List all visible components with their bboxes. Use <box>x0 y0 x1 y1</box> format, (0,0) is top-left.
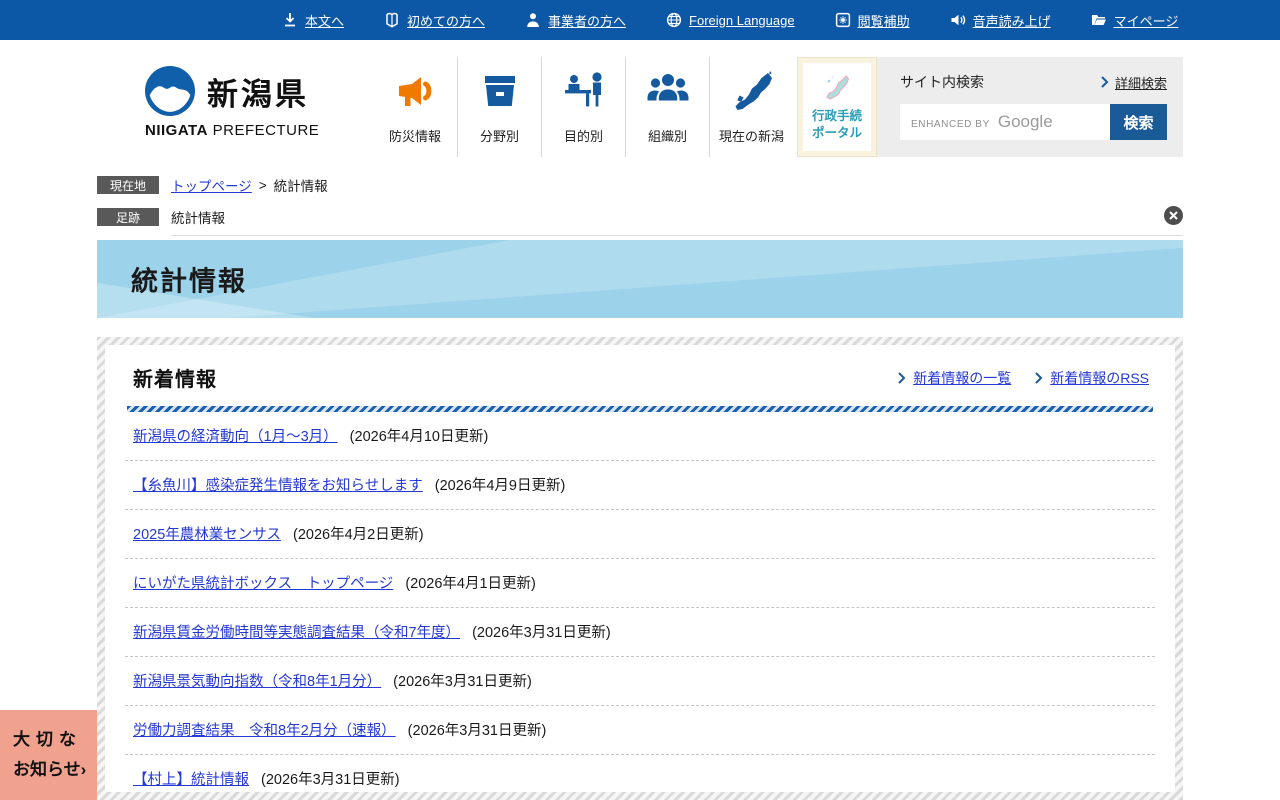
logo-subtitle: NIIGATA PREFECTURE <box>145 122 335 139</box>
down-arrow-icon <box>282 12 298 28</box>
footprint-bar: 足跡 統計情報 <box>97 207 1183 236</box>
chevron-right-icon <box>1035 372 1043 384</box>
news-item: 【村上】統計情報 (2026年3月31日更新) <box>125 755 1155 792</box>
news-item: 新潟県賃金労働時間等実態調査結果（令和7年度） (2026年3月31日更新) <box>125 608 1155 657</box>
page: 本文へ 初めての方へ 事業者の方へ Foreign Language 閲覧補助 <box>0 0 1280 800</box>
folder-icon <box>1091 12 1107 28</box>
news-list-link[interactable]: 新着情報の一覧 <box>898 368 1011 388</box>
important-notice-banner[interactable]: 大切な お知らせ› <box>0 710 97 800</box>
portal-label: 行政手続ポータル <box>812 108 862 141</box>
news-item-date: (2026年4月10日更新) <box>350 429 489 445</box>
person-icon <box>525 12 541 28</box>
news-item-date: (2026年3月31日更新) <box>261 772 400 788</box>
search-input[interactable]: ENHANCED BY Google <box>900 104 1110 140</box>
logo-prefecture-name: 新潟県 <box>207 69 309 114</box>
main-content-box: 新着情報 新着情報の一覧 新着情報のRSS <box>97 337 1183 800</box>
utility-link-to-content[interactable]: 本文へ <box>282 11 344 30</box>
breadcrumb-current-page: 統計情報 <box>274 175 328 195</box>
nav-item-by-organization[interactable]: 組織別 <box>625 57 709 157</box>
advanced-search-link[interactable]: 詳細検索 <box>1101 73 1167 92</box>
news-item: 新潟県景気動向指数（令和8年1月分） (2026年3月31日更新) <box>125 657 1155 706</box>
footprint-badge: 足跡 <box>97 208 159 226</box>
breadcrumb: 現在地 トップページ > 統計情報 <box>97 175 1183 195</box>
footprint-page: 統計情報 <box>171 207 225 227</box>
nav-item-current-niigata[interactable]: 現在の新潟 <box>709 57 793 157</box>
megaphone-icon <box>393 64 437 118</box>
news-item-date: (2026年4月2日更新) <box>293 527 424 543</box>
chevron-right-icon <box>898 372 906 384</box>
page-title: 統計情報 <box>131 260 247 299</box>
search-label: サイト内検索 <box>900 72 984 92</box>
chevron-right-icon: › <box>81 760 87 779</box>
news-item-link[interactable]: 新潟県の経済動向（1月～3月） <box>133 429 338 445</box>
site-header: 新潟県 NIIGATA PREFECTURE 防災情報 分野別 <box>0 40 1280 165</box>
nav-item-by-purpose[interactable]: 目的別 <box>541 57 625 157</box>
admin-procedures-portal-button[interactable]: 行政手続ポータル <box>797 57 877 157</box>
speaker-icon <box>950 12 966 28</box>
utility-link-text-to-speech[interactable]: 音声読み上げ <box>950 11 1051 30</box>
news-item: にいがた県統計ボックス トップページ (2026年4月1日更新) <box>125 559 1155 608</box>
beginner-mark-icon <box>384 12 400 28</box>
news-item-date: (2026年3月31日更新) <box>408 723 547 739</box>
close-icon[interactable] <box>1164 206 1183 225</box>
portal-map-icon <box>822 73 852 103</box>
settings-square-icon <box>835 12 851 28</box>
page-title-banner: 統計情報 <box>97 240 1183 318</box>
utility-bar: 本文へ 初めての方へ 事業者の方へ Foreign Language 閲覧補助 <box>0 0 1280 40</box>
current-location-badge: 現在地 <box>97 176 159 194</box>
footprint-divider <box>171 235 1183 236</box>
utility-link-business[interactable]: 事業者の方へ <box>525 11 626 30</box>
news-item-link[interactable]: にいがた県統計ボックス トップページ <box>133 576 393 592</box>
news-section-heading: 新着情報 <box>133 363 217 392</box>
counter-service-icon <box>562 64 606 118</box>
people-group-icon <box>646 64 690 118</box>
utility-link-foreign-language[interactable]: Foreign Language <box>666 12 795 28</box>
news-item-link[interactable]: 新潟県景気動向指数（令和8年1月分） <box>133 674 381 690</box>
news-item: 新潟県の経済動向（1月～3月） (2026年4月10日更新) <box>125 412 1155 461</box>
globe-icon <box>666 12 682 28</box>
news-item-link[interactable]: 【村上】統計情報 <box>133 772 249 788</box>
news-item-date: (2026年3月31日更新) <box>472 625 611 641</box>
news-item-link[interactable]: 新潟県賃金労働時間等実態調査結果（令和7年度） <box>133 625 460 641</box>
breadcrumb-separator: > <box>259 178 267 193</box>
main-nav: 防災情報 分野別 目的別 組織別 <box>373 57 793 157</box>
news-item-link[interactable]: 【糸魚川】感染症発生情報をお知らせします <box>133 478 423 494</box>
news-item-date: (2026年3月31日更新) <box>393 674 532 690</box>
news-item: 2025年農林業センサス (2026年4月2日更新) <box>125 510 1155 559</box>
niigata-map-icon <box>730 64 774 118</box>
news-rss-link[interactable]: 新着情報のRSS <box>1035 368 1149 388</box>
site-search-panel: サイト内検索 詳細検索 ENHANCED BY Google 検索 <box>877 57 1183 157</box>
utility-link-first-time[interactable]: 初めての方へ <box>384 11 485 30</box>
site-logo[interactable]: 新潟県 NIIGATA PREFECTURE <box>145 66 335 139</box>
archive-box-icon <box>478 64 522 118</box>
nav-item-disaster[interactable]: 防災情報 <box>373 57 457 157</box>
news-item: 労働力調査結果 令和8年2月分（速報） (2026年3月31日更新) <box>125 706 1155 755</box>
news-item-link[interactable]: 2025年農林業センサス <box>133 527 281 543</box>
niigata-logo-icon <box>145 66 195 116</box>
banner-decoration <box>97 240 1183 318</box>
search-button[interactable]: 検索 <box>1110 104 1167 140</box>
news-item-date: (2026年4月9日更新) <box>435 478 566 494</box>
news-item-date: (2026年4月1日更新) <box>405 576 536 592</box>
utility-link-viewing-assist[interactable]: 閲覧補助 <box>835 11 910 30</box>
news-list: 新潟県の経済動向（1月～3月） (2026年4月10日更新) 【糸魚川】感染症発… <box>125 412 1155 792</box>
chevron-right-icon <box>1101 76 1109 88</box>
news-item-link[interactable]: 労働力調査結果 令和8年2月分（速報） <box>133 723 396 739</box>
breadcrumb-home-link[interactable]: トップページ <box>171 175 252 195</box>
nav-item-by-field[interactable]: 分野別 <box>457 57 541 157</box>
breadcrumb-area: 現在地 トップページ > 統計情報 足跡 統計情報 <box>97 175 1183 236</box>
utility-link-mypage[interactable]: マイページ <box>1091 11 1179 30</box>
news-item: 【糸魚川】感染症発生情報をお知らせします (2026年4月9日更新) <box>125 461 1155 510</box>
